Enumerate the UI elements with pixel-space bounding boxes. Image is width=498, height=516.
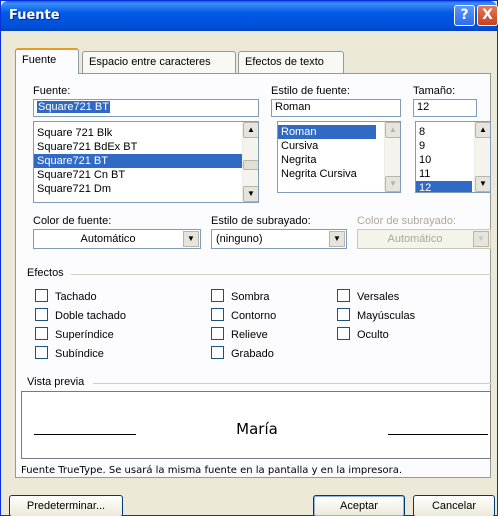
- size-scrollbar[interactable]: ▲ ▼: [474, 122, 490, 192]
- checkbox-box[interactable]: [35, 289, 48, 302]
- font-input-value: Square721 BT: [37, 101, 110, 113]
- checkbox-subindice[interactable]: Subíndice: [35, 346, 104, 360]
- checkbox-contorno[interactable]: Contorno: [211, 308, 276, 322]
- checkbox-tachado[interactable]: Tachado: [35, 289, 97, 303]
- font-color-label: Color de fuente:: [33, 215, 112, 227]
- help-button[interactable]: ?: [454, 5, 475, 26]
- preview-baseline-right: [388, 434, 488, 435]
- preview-text: María: [236, 420, 278, 438]
- truetype-note: Fuente TrueType. Se usará la misma fuent…: [21, 465, 403, 476]
- scroll-down-arrow-icon[interactable]: ▼: [243, 186, 258, 202]
- font-listbox[interactable]: Square 721 Blk Square721 BdEx BT Square7…: [33, 121, 259, 203]
- checkbox-box[interactable]: [337, 327, 350, 340]
- checkbox-box[interactable]: [211, 346, 224, 359]
- checkbox-mayusculas[interactable]: Mayúsculas: [337, 308, 415, 322]
- tab-efectos-texto[interactable]: Efectos de texto: [238, 51, 344, 73]
- checkbox-box[interactable]: [35, 308, 48, 321]
- style-list-item-selected[interactable]: Roman: [278, 125, 376, 139]
- chevron-down-icon[interactable]: ▼: [183, 231, 199, 247]
- size-listbox[interactable]: 8 9 10 11 12 ▲ ▼: [415, 121, 491, 193]
- font-list-item-selected[interactable]: Square721 BT: [34, 154, 258, 168]
- checkbox-grabado[interactable]: Grabado: [211, 346, 274, 360]
- underline-style-dropdown[interactable]: (ninguno) ▼: [211, 229, 347, 249]
- checkbox-sombra[interactable]: Sombra: [211, 289, 270, 303]
- preview-divider: [93, 383, 491, 384]
- checkbox-versales[interactable]: Versales: [337, 289, 399, 303]
- font-input[interactable]: Square721 BT: [33, 99, 259, 117]
- underline-color-label: Color de subrayado:: [357, 215, 457, 227]
- checkbox-label: Contorno: [231, 310, 277, 322]
- chevron-down-icon: ▼: [473, 231, 489, 247]
- checkbox-superindice[interactable]: Superíndice: [35, 327, 114, 341]
- checkbox-label: Subíndice: [55, 348, 104, 360]
- checkbox-label: Grabado: [231, 348, 274, 360]
- style-list: Roman Cursiva Negrita Negrita Cursiva: [278, 122, 400, 181]
- checkbox-box[interactable]: [211, 289, 224, 302]
- font-dialog: Fuente ? X Fuente Espacio entre caracter…: [0, 0, 498, 516]
- preview-label: Vista previa: [27, 376, 85, 388]
- underline-style-value: (ninguno): [216, 233, 263, 245]
- style-scrollbar[interactable]: ▲ ▼: [384, 122, 400, 192]
- style-label: Estilo de fuente:: [271, 85, 350, 97]
- style-input[interactable]: Roman: [271, 99, 401, 117]
- checkbox-box[interactable]: [211, 327, 224, 340]
- checkbox-doble-tachado[interactable]: Doble tachado: [35, 308, 126, 322]
- font-label: Fuente:: [33, 85, 71, 97]
- font-list-item[interactable]: Square 721 Blk: [34, 126, 258, 140]
- size-list-item-selected[interactable]: 12: [416, 181, 472, 192]
- scroll-up-arrow-icon[interactable]: ▲: [475, 122, 490, 138]
- size-input[interactable]: 12: [413, 99, 477, 117]
- font-list: Square 721 Blk Square721 BdEx BT Square7…: [34, 122, 258, 196]
- style-list-item[interactable]: Negrita: [278, 153, 400, 167]
- checkbox-label: Versales: [357, 291, 400, 303]
- checkbox-label: Superíndice: [55, 329, 114, 341]
- checkbox-box[interactable]: [337, 289, 350, 302]
- checkbox-label: Sombra: [231, 291, 270, 303]
- underline-color-dropdown: Automático ▼: [357, 229, 491, 249]
- scroll-up-arrow-icon[interactable]: ▲: [385, 122, 400, 138]
- scroll-up-arrow-icon[interactable]: ▲: [243, 122, 258, 138]
- cancel-button[interactable]: Cancelar: [413, 495, 495, 516]
- preview-box: María: [21, 391, 491, 459]
- checkbox-box[interactable]: [35, 346, 48, 359]
- effects-divider: [71, 274, 491, 275]
- checkbox-relieve[interactable]: Relieve: [211, 327, 268, 341]
- style-listbox[interactable]: Roman Cursiva Negrita Negrita Cursiva ▲ …: [277, 121, 401, 193]
- font-list-item[interactable]: Square721 Cn BT: [34, 168, 258, 182]
- checkbox-oculto[interactable]: Oculto: [337, 327, 389, 341]
- close-button[interactable]: X: [477, 5, 498, 26]
- checkbox-label: Relieve: [231, 329, 268, 341]
- scroll-down-arrow-icon[interactable]: ▼: [475, 176, 490, 192]
- underline-color-value: Automático: [387, 233, 443, 245]
- chevron-down-icon[interactable]: ▼: [329, 231, 345, 247]
- tab-fuente[interactable]: Fuente: [15, 48, 79, 74]
- effects-label: Efectos: [27, 267, 64, 279]
- size-label: Tamaño:: [413, 85, 456, 97]
- title-bar[interactable]: Fuente ? X: [1, 1, 498, 31]
- window-title: Fuente: [9, 8, 60, 23]
- ok-button[interactable]: Aceptar: [313, 495, 405, 516]
- style-list-item[interactable]: Negrita Cursiva: [278, 167, 400, 181]
- checkbox-label: Oculto: [357, 329, 389, 341]
- font-scrollbar[interactable]: ▲ ▼: [242, 122, 258, 202]
- scroll-thumb[interactable]: [243, 160, 258, 170]
- underline-style-label: Estilo de subrayado:: [211, 215, 311, 227]
- default-button[interactable]: Predeterminar...: [9, 495, 123, 516]
- checkbox-box[interactable]: [35, 327, 48, 340]
- checkbox-label: Mayúsculas: [357, 310, 416, 322]
- checkbox-label: Doble tachado: [55, 310, 126, 322]
- checkbox-box[interactable]: [211, 308, 224, 321]
- style-list-item[interactable]: Cursiva: [278, 139, 400, 153]
- font-list-item[interactable]: Square721 BdEx BT: [34, 140, 258, 154]
- checkbox-box[interactable]: [337, 308, 350, 321]
- tab-espacio-caracteres[interactable]: Espacio entre caracteres: [82, 51, 236, 73]
- checkbox-label: Tachado: [55, 291, 97, 303]
- font-list-item[interactable]: Square721 Dm: [34, 182, 258, 196]
- font-color-dropdown[interactable]: Automático ▼: [33, 229, 201, 249]
- font-color-value: Automático: [80, 233, 136, 245]
- scroll-down-arrow-icon[interactable]: ▼: [385, 176, 400, 192]
